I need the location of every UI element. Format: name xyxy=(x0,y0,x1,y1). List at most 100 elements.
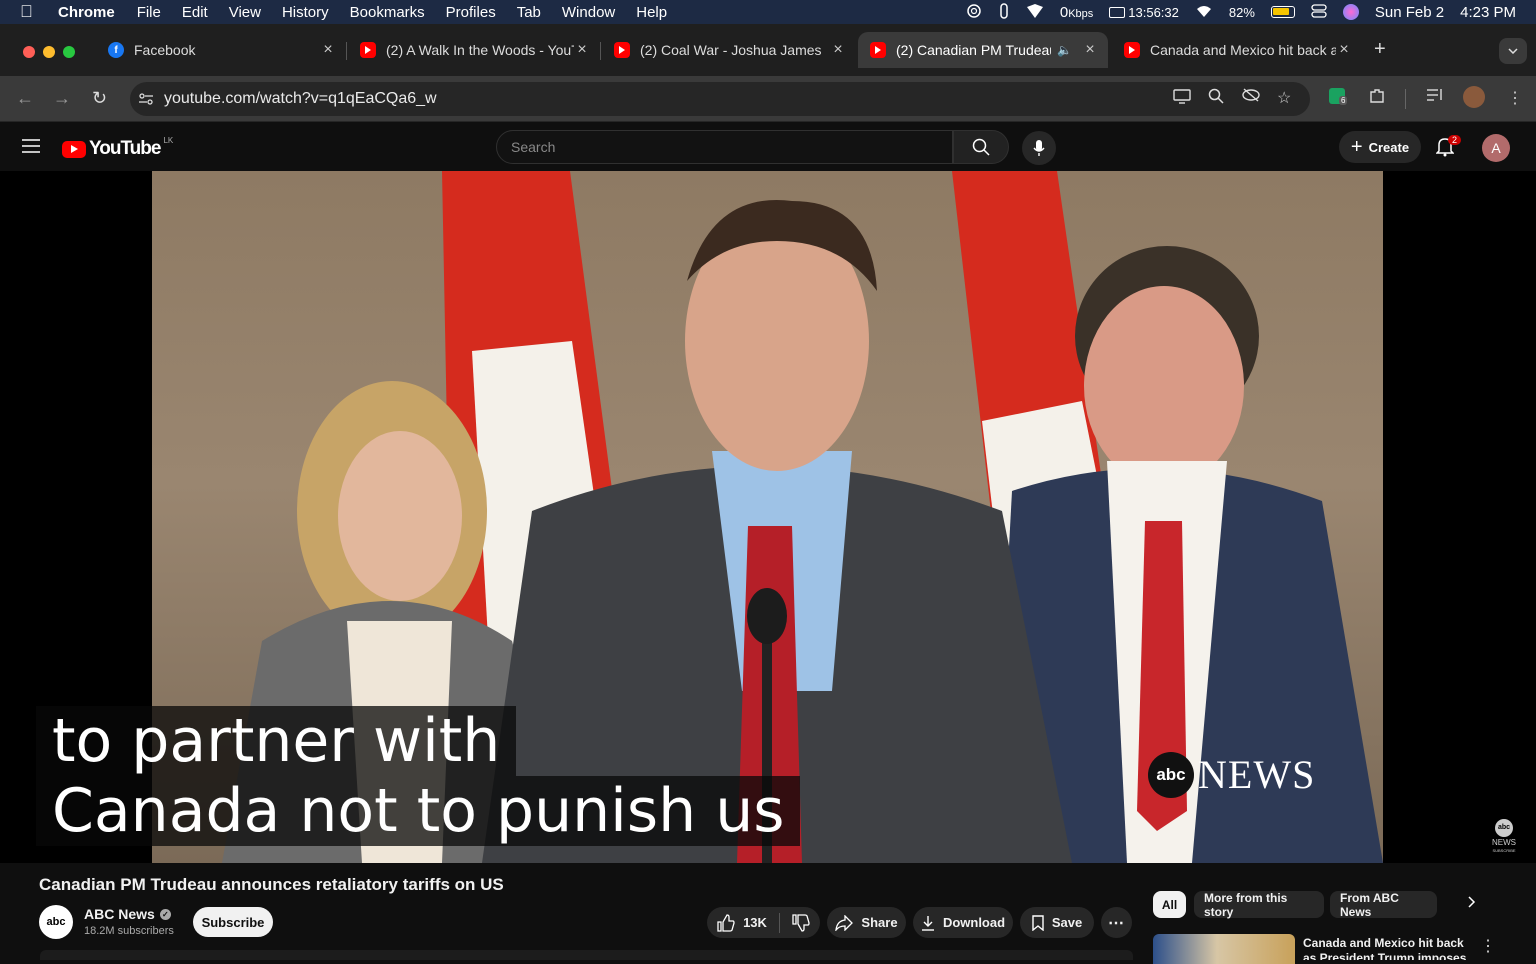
channel-name-text: ABC News xyxy=(84,906,155,922)
menubar-date[interactable]: Sun Feb 2 xyxy=(1375,4,1444,21)
apple-icon[interactable]:  xyxy=(20,2,38,22)
back-button[interactable]: ← xyxy=(16,88,34,109)
battery-percent: 82% xyxy=(1228,4,1255,20)
save-button[interactable]: Save xyxy=(1020,907,1094,938)
search-input[interactable] xyxy=(511,139,952,155)
tab-title: Canada and Mexico hit back as President … xyxy=(1150,42,1336,58)
create-button[interactable]: + Create xyxy=(1339,131,1421,163)
country-code: LK xyxy=(163,135,174,145)
search-box xyxy=(496,130,953,164)
voice-search-button[interactable] xyxy=(1022,131,1056,165)
account-avatar[interactable]: A xyxy=(1482,134,1510,162)
channel-avatar[interactable]: abc xyxy=(39,905,73,939)
tab-search-button[interactable] xyxy=(1499,38,1527,64)
menubar-clock[interactable]: 4:23 PM xyxy=(1460,4,1516,21)
abc-logo: abc xyxy=(1148,751,1194,798)
menu-app-name[interactable]: Chrome xyxy=(58,4,115,21)
tab-canada-and-mexico[interactable]: Canada and Mexico hit back as President … xyxy=(1112,32,1362,68)
maximize-window-button[interactable] xyxy=(63,46,75,58)
close-tab-icon[interactable]: × xyxy=(320,41,336,59)
close-tab-icon[interactable]: × xyxy=(830,41,846,59)
bookmark-star-icon[interactable]: ☆ xyxy=(1277,88,1291,108)
like-count: 13K xyxy=(743,915,767,930)
close-tab-icon[interactable]: × xyxy=(1082,41,1098,59)
recommendation-title[interactable]: Canada and Mexico hit back as President … xyxy=(1303,936,1475,960)
close-tab-icon[interactable]: × xyxy=(1336,41,1352,59)
search-button[interactable] xyxy=(953,130,1009,164)
microphone-icon xyxy=(1033,140,1045,156)
download-icon xyxy=(921,915,934,931)
close-window-button[interactable] xyxy=(23,46,35,58)
video-player[interactable]: to partner with Canada not to punish us … xyxy=(0,171,1536,863)
dislike-button[interactable] xyxy=(792,913,810,932)
share-label: Share xyxy=(861,915,898,930)
menu-tab[interactable]: Tab xyxy=(517,4,541,21)
extensions-puzzle-icon[interactable] xyxy=(1369,88,1385,109)
openai-icon[interactable] xyxy=(966,3,982,22)
media-controls-icon[interactable] xyxy=(1426,88,1444,107)
siri-icon[interactable] xyxy=(1342,4,1359,20)
menu-bookmarks[interactable]: Bookmarks xyxy=(350,4,425,21)
more-actions-button[interactable]: ⋯ xyxy=(1101,907,1132,938)
chevron-right-icon[interactable] xyxy=(1468,895,1476,913)
tab-walk-in-the-woods[interactable]: (2) A Walk In the Woods - YouTube × xyxy=(348,32,601,68)
notifications-button[interactable]: 2 xyxy=(1435,135,1462,162)
menu-view[interactable]: View xyxy=(229,4,261,21)
menu-edit[interactable]: Edit xyxy=(182,4,208,21)
wifi-icon[interactable] xyxy=(1195,4,1213,21)
control-center-icon[interactable] xyxy=(1311,3,1327,21)
thumbs-up-icon xyxy=(717,913,735,932)
youtube-logo[interactable]: YouTube LK xyxy=(62,135,174,160)
menu-window[interactable]: Window xyxy=(562,4,615,21)
site-settings-icon[interactable] xyxy=(138,92,154,106)
youtube-play-icon xyxy=(62,140,86,158)
extension-sheets-icon[interactable]: 6 xyxy=(1329,88,1348,109)
profile-avatar-icon[interactable] xyxy=(1463,86,1485,108)
youtube-icon xyxy=(1124,42,1140,58)
install-app-icon[interactable] xyxy=(1173,88,1191,109)
chip-all[interactable]: All xyxy=(1153,891,1186,918)
menu-help[interactable]: Help xyxy=(636,4,667,21)
subscribe-button[interactable]: Subscribe xyxy=(193,907,273,937)
reload-button[interactable]: ↻ xyxy=(92,88,107,109)
description-panel[interactable] xyxy=(40,950,1133,960)
chevron-down-icon xyxy=(1508,48,1518,54)
tab-strip: f Facebook × (2) A Walk In the Woods - Y… xyxy=(0,24,1536,76)
chip-from-abc-news[interactable]: From ABC News xyxy=(1330,891,1437,919)
minimize-window-button[interactable] xyxy=(43,46,55,58)
tab-canadian-pm-trudeau[interactable]: (2) Canadian PM Trudeau announces retali… xyxy=(858,32,1108,68)
chip-more-from-this-story[interactable]: More from this story xyxy=(1194,891,1324,919)
tab-facebook[interactable]: f Facebook × xyxy=(96,32,347,68)
channel-name[interactable]: ABC News ✓ xyxy=(84,906,171,922)
new-tab-button[interactable]: + xyxy=(1374,38,1386,61)
timer-readout[interactable]: 13:56:32 xyxy=(1109,5,1179,20)
share-button[interactable]: Share xyxy=(827,907,906,938)
speaker-icon[interactable]: 🔈 xyxy=(1057,43,1072,57)
forward-button[interactable]: → xyxy=(53,88,71,109)
menu-file[interactable]: File xyxy=(137,4,161,21)
bookmark-icon xyxy=(1032,914,1044,931)
menu-history[interactable]: History xyxy=(282,4,329,21)
paperclip-icon[interactable] xyxy=(998,2,1010,22)
download-label: Download xyxy=(942,915,1006,930)
zoom-icon[interactable] xyxy=(1208,88,1224,109)
tab-coal-war[interactable]: (2) Coal War - Joshua James × xyxy=(602,32,856,68)
url-text[interactable]: youtube.com/watch?v=q1qEaCQa6_w xyxy=(164,90,437,108)
tab-title: (2) Coal War - Joshua James xyxy=(640,42,822,58)
menu-profiles[interactable]: Profiles xyxy=(446,4,496,21)
battery-icon[interactable] xyxy=(1270,6,1295,18)
eye-off-icon[interactable] xyxy=(1241,88,1261,107)
like-button[interactable]: 13K xyxy=(717,913,767,932)
tab-title: (2) A Walk In the Woods - YouTube xyxy=(386,42,574,58)
closed-captions: to partner with Canada not to punish us xyxy=(36,706,801,846)
close-tab-icon[interactable]: × xyxy=(574,41,590,59)
chrome-menu-icon[interactable]: ⋮ xyxy=(1507,88,1523,108)
hamburger-menu-icon[interactable] xyxy=(22,139,40,158)
battery-level xyxy=(1272,8,1289,15)
address-bar[interactable]: youtube.com/watch?v=q1qEaCQa6_w xyxy=(130,82,1310,116)
recommendation-more-icon[interactable]: ⋮ xyxy=(1480,936,1496,956)
keyboard-icon xyxy=(1109,6,1126,18)
download-button[interactable]: Download xyxy=(913,907,1013,938)
vpn-shield-icon[interactable] xyxy=(1026,3,1044,22)
channel-watermark[interactable]: abc NEWS SUBSCRIBE xyxy=(1492,819,1516,855)
